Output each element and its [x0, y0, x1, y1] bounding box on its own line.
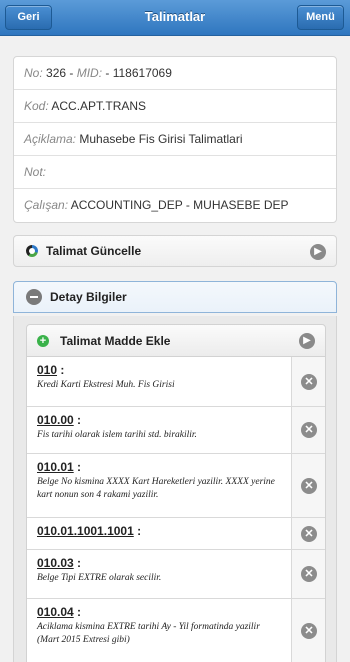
info-row-kod: Kod: ACC.APT.TRANS: [14, 90, 336, 123]
item-code: 010.00 :: [37, 413, 82, 427]
list-item[interactable]: 010.01.1001.1001 : ✕: [27, 518, 325, 550]
item-code: 010 :: [37, 363, 65, 377]
delete-item-button[interactable]: ✕: [291, 454, 325, 517]
kod-value: ACC.APT.TRANS: [48, 99, 147, 113]
mid-value: - 118617069: [102, 66, 172, 80]
close-icon: ✕: [301, 566, 317, 582]
item-code: 010.03 :: [37, 556, 82, 570]
close-icon: ✕: [301, 525, 317, 542]
item-code-link[interactable]: 010.00: [37, 413, 74, 427]
update-instruction-button[interactable]: Talimat Güncelle ▶: [13, 235, 337, 267]
item-description: Kredi Karti Ekstresi Muh. Fis Girisi: [37, 380, 175, 390]
instruction-item-list: 010 : Kredi Karti Ekstresi Muh. Fis Giri…: [26, 357, 326, 662]
delete-item-button[interactable]: ✕: [291, 518, 325, 549]
delete-item-button[interactable]: ✕: [291, 550, 325, 598]
list-item[interactable]: 010.01 : Belge No kismina XXXX Kart Hare…: [27, 454, 325, 518]
list-item[interactable]: 010.00 : Fis tarihi olarak islem tarihi …: [27, 407, 325, 454]
list-item[interactable]: 010 : Kredi Karti Ekstresi Muh. Fis Giri…: [27, 357, 325, 407]
item-code: 010.01 :: [37, 460, 82, 474]
plus-icon: +: [37, 334, 49, 347]
close-icon: ✕: [301, 422, 317, 438]
item-description: Fis tarihi olarak islem tarihi std. bira…: [37, 430, 197, 440]
not-label: Not:: [24, 165, 47, 179]
item-code-link[interactable]: 010.03: [37, 556, 74, 570]
item-code-link[interactable]: 010: [37, 363, 57, 377]
item-code: 010.01.1001.1001 :: [37, 524, 142, 538]
item-code-link[interactable]: 010.01: [37, 460, 74, 474]
add-item-label: Talimat Madde Ekle: [60, 333, 171, 348]
update-instruction-label: Talimat Güncelle: [46, 244, 142, 258]
list-item[interactable]: 010.03 : Belge Tipi EXTRE olarak secilir…: [27, 550, 325, 599]
close-icon: ✕: [301, 622, 317, 639]
detail-section-content: + Talimat Madde Ekle ▶ 010 : Kredi Karti…: [13, 316, 337, 662]
mid-label: MID:: [76, 66, 103, 80]
instruction-info-list: No: 326 - MID: - 118617069 Kod: ACC.APT.…: [13, 56, 337, 223]
calisan-label: Çalışan:: [24, 198, 69, 212]
item-code-link[interactable]: 010.01.1001.1001: [37, 524, 134, 538]
info-row-no: No: 326 - MID: - 118617069: [14, 57, 336, 90]
arrow-right-icon: ▶: [299, 333, 315, 349]
delete-item-button[interactable]: ✕: [291, 599, 325, 662]
no-label: No:: [24, 66, 43, 80]
aciklama-label: Açiklama:: [24, 132, 77, 146]
close-icon: ✕: [301, 373, 317, 390]
close-icon: ✕: [301, 477, 317, 494]
info-row-not: Not:: [14, 156, 336, 189]
add-item-button[interactable]: + Talimat Madde Ekle ▶: [26, 324, 326, 357]
item-code-link[interactable]: 010.04: [37, 605, 74, 619]
kod-label: Kod:: [24, 99, 49, 113]
detail-section-label: Detay Bilgiler: [50, 290, 127, 304]
no-value: 326 -: [42, 66, 77, 80]
refresh-icon: [26, 245, 38, 257]
info-row-calisan: Çalışan: ACCOUNTING_DEP - MUHASEBE DEP: [14, 189, 336, 222]
info-row-aciklama: Açiklama: Muhasebe Fis Girisi Talimatlar…: [14, 123, 336, 156]
menu-button[interactable]: Menü: [297, 5, 344, 30]
delete-item-button[interactable]: ✕: [291, 357, 325, 406]
delete-item-button[interactable]: ✕: [291, 407, 325, 453]
calisan-value: ACCOUNTING_DEP - MUHASEBE DEP: [68, 198, 289, 212]
aciklama-value: Muhasebe Fis Girisi Talimatlari: [76, 132, 243, 146]
arrow-right-icon: ▶: [310, 244, 326, 260]
header-bar: Geri Talimatlar Menü: [0, 0, 350, 36]
collapse-minus-icon: [26, 289, 42, 305]
item-description: Aciklama kismina EXTRE tarihi Ay - Yil f…: [37, 622, 260, 645]
item-code: 010.04 :: [37, 605, 82, 619]
item-description: Belge Tipi EXTRE olarak secilir.: [37, 573, 162, 583]
item-description: Belge No kismina XXXX Kart Hareketleri y…: [37, 477, 275, 500]
detail-section-header[interactable]: Detay Bilgiler: [13, 281, 337, 313]
list-item[interactable]: 010.04 : Aciklama kismina EXTRE tarihi A…: [27, 599, 325, 662]
